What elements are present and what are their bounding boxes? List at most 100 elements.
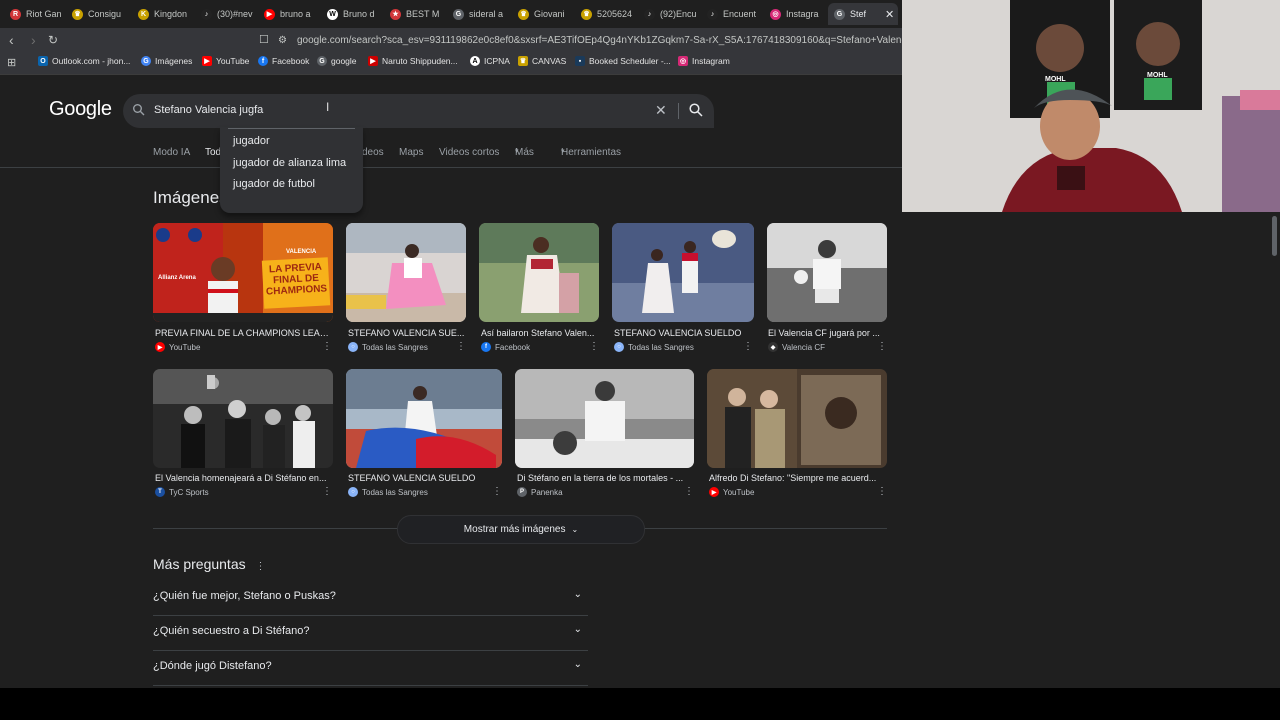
tab-5205624[interactable]: ♛ 5205624 xyxy=(581,3,633,25)
search-divider xyxy=(678,103,679,119)
tab-giovani[interactable]: ♛ Giovani xyxy=(518,3,570,25)
show-more-label: Mostrar más imágenes xyxy=(463,524,566,535)
chevron-down-icon: ▾ xyxy=(561,148,565,155)
bookmark-instagram[interactable]: ◎ Instagram xyxy=(678,56,730,66)
image-caption[interactable]: Así bailaron Stefano Valen... xyxy=(481,328,599,338)
paa-question[interactable]: ¿Quién fue mejor, Stefano o Puskas? ⌄ xyxy=(153,580,588,616)
tab-modo-ia[interactable]: Modo IA xyxy=(153,147,190,158)
tab-todo[interactable]: Tod xyxy=(205,147,221,158)
source-label: Panenka xyxy=(531,487,563,497)
tab-videos[interactable]: deos xyxy=(362,147,384,158)
bookmark-canvas[interactable]: ♛ CANVAS xyxy=(518,56,566,66)
scrollbar-thumb[interactable] xyxy=(1272,216,1277,256)
image-thumb-4[interactable] xyxy=(612,223,754,322)
image-source[interactable]: ▶ YouTube xyxy=(709,487,754,497)
bookmark-icpna[interactable]: A ICPNA xyxy=(470,56,510,66)
image-thumb-7[interactable] xyxy=(346,369,502,468)
more-options-icon[interactable]: ⋮ xyxy=(322,341,332,352)
todas-las-sangres-icon: ○ xyxy=(614,342,624,352)
image-caption[interactable]: STEFANO VALENCIA SUELDO xyxy=(348,473,502,483)
tab-kingdom[interactable]: K Kingdon xyxy=(138,3,190,25)
facebook-icon: f xyxy=(481,342,491,352)
bookmark-label: Outlook.com - jhon... xyxy=(52,56,131,66)
bookmark-facebook[interactable]: f Facebook xyxy=(258,56,309,66)
tab-best[interactable]: ★ BEST M xyxy=(390,3,442,25)
search-box[interactable]: Stefano Valencia jugfa ✕ xyxy=(123,94,714,128)
bookmark-booked[interactable]: ▪ Booked Scheduler -... xyxy=(575,56,671,66)
search-input[interactable]: Stefano Valencia jugfa xyxy=(154,104,263,116)
image-source[interactable]: f Facebook xyxy=(481,342,530,352)
forward-icon[interactable]: › xyxy=(31,32,36,48)
clear-search-icon[interactable]: ✕ xyxy=(655,102,667,119)
image-caption[interactable]: Alfredo Di Stefano: "Siempre me acuerd..… xyxy=(709,473,887,483)
image-thumb-2[interactable] xyxy=(346,223,466,322)
more-options-icon[interactable]: ⋮ xyxy=(322,486,332,497)
bookmark-imagenes[interactable]: G Imágenes xyxy=(141,56,192,66)
more-options-icon[interactable]: ⋮ xyxy=(492,486,502,497)
tab-riot[interactable]: R Riot Gan xyxy=(10,3,68,25)
tab-favicon: ♪ xyxy=(707,8,718,20)
image-caption[interactable]: STEFANO VALENCIA SUELDO xyxy=(614,328,754,338)
image-source[interactable]: P Panenka xyxy=(517,487,563,497)
tab-tiktok-3[interactable]: ♪ Encuent xyxy=(707,3,759,25)
more-options-icon[interactable]: ⋮ xyxy=(877,341,887,352)
suggestion-item[interactable]: jugador de futbol xyxy=(233,178,315,190)
suggestion-item[interactable]: jugador de alianza lima xyxy=(233,157,346,169)
apps-grid-icon[interactable]: ⊞ xyxy=(7,56,16,69)
more-options-icon[interactable]: ⋮ xyxy=(456,341,466,352)
bookmark-naruto[interactable]: ▶ Naruto Shippuden... xyxy=(368,56,458,66)
chevron-down-icon: ⌄ xyxy=(573,659,582,670)
back-icon[interactable]: ‹ xyxy=(9,32,14,48)
tab-active-google[interactable]: G Stef ✕ xyxy=(828,3,898,25)
bookmark-google[interactable]: Ggoogle xyxy=(317,56,357,66)
image-source[interactable]: ○ Todas las Sangres xyxy=(348,487,428,497)
tab-maps[interactable]: Maps xyxy=(399,147,423,158)
more-options-icon[interactable]: ⋮ xyxy=(877,486,887,497)
more-options-icon[interactable]: ⋮ xyxy=(743,341,753,352)
tab-consigue[interactable]: ♛ Consigu xyxy=(72,3,124,25)
image-thumb-5[interactable] xyxy=(767,223,887,322)
image-source[interactable]: ○ Todas las Sangres xyxy=(614,342,694,352)
image-caption[interactable]: PREVIA FINAL DE LA CHAMPIONS LEAG... xyxy=(155,328,330,338)
tab-tiktok-2[interactable]: ♪ (92)Encu xyxy=(644,3,696,25)
image-thumb-8[interactable] xyxy=(515,369,694,468)
reload-icon[interactable]: ↻ xyxy=(48,32,58,48)
google-logo[interactable]: Google xyxy=(49,98,112,121)
image-caption[interactable]: Di Stéfano en la tierra de los mortales … xyxy=(517,473,692,483)
tab-google-sideral[interactable]: Gsideral a xyxy=(453,3,505,25)
image-thumb-6[interactable] xyxy=(153,369,333,468)
image-thumb-3[interactable] xyxy=(479,223,599,322)
play-icon: ▶ xyxy=(368,56,378,66)
image-caption[interactable]: El Valencia CF jugará por ... xyxy=(768,328,886,338)
paa-question-text: ¿Quién fue mejor, Stefano o Puskas? xyxy=(153,590,336,602)
image-source[interactable]: ▶ YouTube xyxy=(155,342,200,352)
image-caption[interactable]: STEFANO VALENCIA SUE... xyxy=(348,328,466,338)
tab-youtube[interactable]: ▶ bruno a xyxy=(264,3,316,25)
bookmark-youtube[interactable]: ▶ YouTube xyxy=(202,56,249,66)
bookmark-star-icon[interactable]: ☐ xyxy=(259,32,269,48)
image-thumb-1[interactable]: Allianz Arena VALENCIA LA PREVIA FINAL D… xyxy=(153,223,333,322)
more-options-icon[interactable]: ⋮ xyxy=(589,341,599,352)
image-source[interactable]: ◆ Valencia CF xyxy=(768,342,825,352)
image-source[interactable]: T TyC Sports xyxy=(155,487,209,497)
show-more-images-button[interactable]: Mostrar más imágenes ⌄ xyxy=(397,515,645,544)
image-caption[interactable]: El Valencia homenajeará a Di Stéfano en.… xyxy=(155,473,333,483)
close-tab-icon[interactable]: ✕ xyxy=(885,8,894,21)
tab-wikipedia[interactable]: W Bruno d xyxy=(327,3,379,25)
tab-tiktok-1[interactable]: ♪ (30)#nev xyxy=(201,3,253,25)
more-options-icon[interactable]: ⋮ xyxy=(684,486,694,497)
more-options-icon[interactable]: ⋮ xyxy=(256,561,266,572)
page-scrollbar[interactable] xyxy=(1269,212,1280,688)
site-info-icon[interactable]: ⚙ xyxy=(278,35,287,46)
bookmark-outlook[interactable]: O Outlook.com - jhon... xyxy=(38,56,130,66)
paa-question[interactable]: ¿Dónde jugó Distefano? ⌄ xyxy=(153,650,588,686)
image-thumb-9[interactable] xyxy=(707,369,887,468)
search-submit-icon[interactable] xyxy=(688,102,704,118)
image-source[interactable]: ○ Todas las Sangres xyxy=(348,342,428,352)
bookmark-label: google xyxy=(331,56,357,66)
paa-question[interactable]: ¿Quién secuestro a Di Stéfano? ⌄ xyxy=(153,615,588,651)
suggestion-item[interactable]: jugador xyxy=(233,135,270,147)
people-also-ask-title: Más preguntas ⋮ xyxy=(153,556,266,572)
tab-instagram[interactable]: ◎ Instagra xyxy=(770,3,822,25)
tab-videos-cortos[interactable]: Videos cortos xyxy=(439,147,499,158)
